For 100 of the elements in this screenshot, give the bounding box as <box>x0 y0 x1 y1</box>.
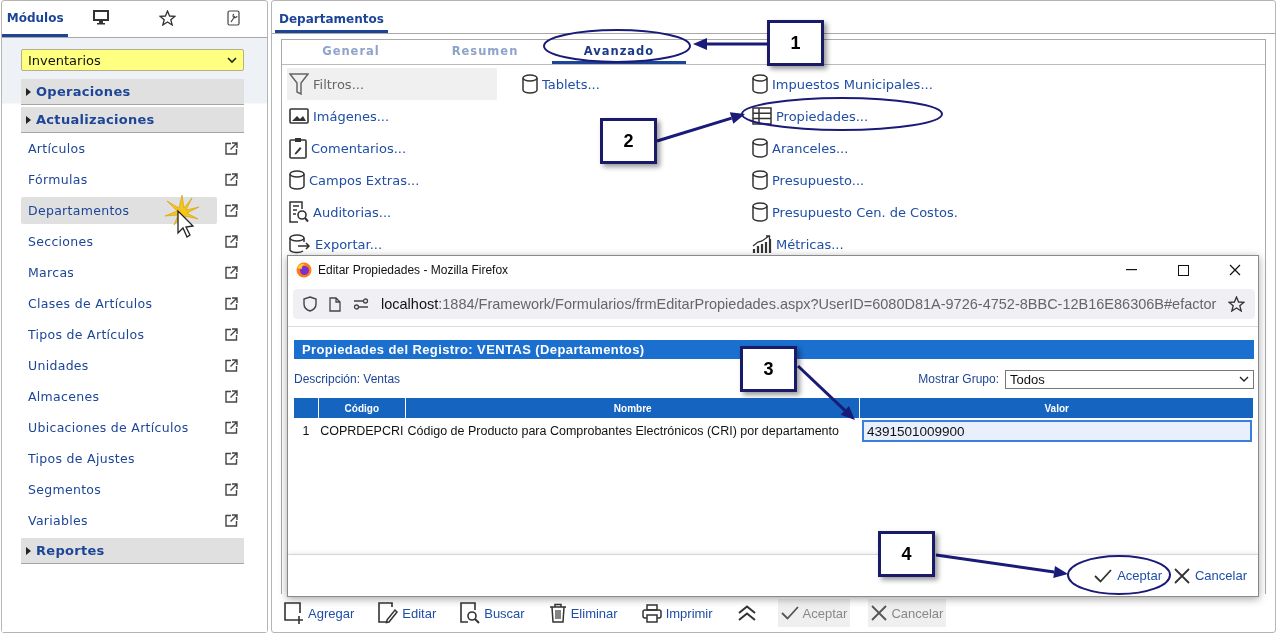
menu-link[interactable]: Aranceles... <box>750 132 958 164</box>
module-select[interactable]: Inventarios <box>21 49 244 71</box>
column-header: Valor <box>859 398 1254 418</box>
sidebar-item[interactable]: Variables <box>21 507 217 534</box>
external-link-icon[interactable] <box>225 359 238 372</box>
chevron-down-icon <box>1239 375 1249 383</box>
caret-right-icon <box>26 87 31 96</box>
row-number: 1 <box>294 418 319 444</box>
menu-link[interactable]: Métricas... <box>750 228 958 260</box>
caret-right-icon <box>26 115 31 124</box>
toolbar-button[interactable]: Buscar <box>457 599 528 627</box>
sidebar-item[interactable]: Artículos <box>21 135 217 162</box>
bookmark-star-icon[interactable] <box>1228 296 1246 312</box>
check-icon <box>1094 568 1113 583</box>
menu-link[interactable]: Campos Extras... <box>287 164 497 196</box>
filter-icon <box>289 73 309 95</box>
url-text: localhost:1884/Framework/Formularios/frmEditarPropiedades.aspx?UserID=6080D81A-9726-4752-8BBC-12B16E86306B#efactor <box>381 296 1217 312</box>
close-icon <box>871 605 888 621</box>
table-cell: Código de Producto para Comprobantes Electrónicos (CRI) por departamento <box>405 418 860 444</box>
chevron-down-icon <box>227 56 237 64</box>
sidebar-item[interactable]: Fórmulas <box>21 166 217 193</box>
sidebar-item[interactable]: Segmentos <box>21 476 217 503</box>
edit-icon <box>378 602 399 624</box>
external-link-icon[interactable] <box>225 297 238 310</box>
search-icon <box>460 602 481 624</box>
external-link-icon[interactable] <box>225 235 238 248</box>
menu-link[interactable]: Tablets... <box>520 68 727 100</box>
toolbar-button[interactable]: Editar <box>375 599 440 627</box>
wrench-icon <box>227 9 241 26</box>
menu-link[interactable]: Exportar... <box>287 228 497 260</box>
toolbar-button[interactable]: Imprimir <box>638 599 716 627</box>
database-export-icon <box>289 234 311 254</box>
group-label: Mostrar Grupo: <box>918 372 999 386</box>
close-icon[interactable] <box>1229 264 1241 276</box>
sidebar-item[interactable]: Tipos de Artículos <box>21 321 217 348</box>
external-link-icon[interactable] <box>225 483 238 496</box>
document-search-icon <box>289 201 309 223</box>
accept-button[interactable]: Aceptar <box>1091 562 1165 589</box>
section-header[interactable]: Operaciones <box>21 79 244 105</box>
bar-chart-icon <box>752 234 772 254</box>
menu-link[interactable]: Propiedades... <box>750 100 958 132</box>
sidebar-item[interactable]: Ubicaciones de Artículos <box>21 414 217 441</box>
external-link-icon[interactable] <box>225 452 238 465</box>
external-link-icon[interactable] <box>225 142 238 155</box>
table-icon <box>752 107 772 125</box>
menu-link[interactable]: Presupuesto... <box>750 164 958 196</box>
section-header[interactable]: Reportes <box>21 538 244 564</box>
minimize-icon[interactable] <box>1125 269 1137 271</box>
shield-icon <box>303 296 317 312</box>
external-link-icon[interactable] <box>225 514 238 527</box>
database-icon <box>289 170 305 190</box>
star-icon <box>159 9 177 26</box>
sidebar-item[interactable]: Secciones <box>21 228 217 255</box>
callout-label: 3 <box>740 346 797 392</box>
sidebar-item[interactable]: Almacenes <box>21 383 217 410</box>
external-link-icon[interactable] <box>225 421 238 434</box>
record-tab[interactable]: Departamentos <box>275 12 388 33</box>
sidebar-item[interactable]: Departamentos <box>21 197 217 224</box>
menu-link[interactable]: Auditorias... <box>287 196 497 228</box>
menu-link[interactable]: Presupuesto Cen. de Costos. <box>750 196 958 228</box>
database-icon <box>752 74 768 94</box>
sidebar-item[interactable]: Marcas <box>21 259 217 286</box>
menu-link[interactable]: Comentarios... <box>287 132 497 164</box>
menu-link[interactable]: Impuestos Municipales... <box>750 68 958 100</box>
address-bar[interactable]: localhost:1884/Framework/Formularios/frmEditarPropiedades.aspx?UserID=6080D81A-9726-4752-8BBC-12B16E86306B#efactor <box>293 289 1256 319</box>
column-header: Nombre <box>405 398 860 418</box>
external-link-icon[interactable] <box>225 173 238 186</box>
clipboard-icon <box>289 137 307 159</box>
sidebar-item[interactable]: Tipos de Ajustes <box>21 445 217 472</box>
group-select[interactable]: Todos <box>1005 369 1254 389</box>
section-header[interactable]: Actualizaciones <box>21 107 244 133</box>
toolbar-button[interactable]: Eliminar <box>545 599 621 627</box>
cursor-drawing <box>162 195 200 239</box>
image-icon <box>289 108 309 124</box>
external-link-icon[interactable] <box>225 328 238 341</box>
sub-tab[interactable]: Avanzado <box>552 40 686 64</box>
permissions-icon <box>353 298 369 310</box>
sidebar-item[interactable]: Unidades <box>21 352 217 379</box>
trash-icon <box>548 603 567 623</box>
monitor-icon <box>93 10 110 25</box>
add-icon <box>284 602 304 624</box>
external-link-icon[interactable] <box>225 204 238 217</box>
toolbar-button[interactable]: Agregar <box>281 599 358 627</box>
cancel-button[interactable]: Cancelar <box>1170 562 1250 589</box>
database-icon <box>522 74 538 94</box>
table-cell: COPRDEPCRI <box>318 418 406 444</box>
callout-arrow <box>796 364 855 420</box>
sidebar-item[interactable]: Clases de Artículos <box>21 290 217 317</box>
caret-right-icon <box>26 546 31 555</box>
double-chevron-icon <box>736 605 757 621</box>
external-link-icon[interactable] <box>225 390 238 403</box>
callout-label: 1 <box>767 20 824 66</box>
external-link-icon[interactable] <box>225 266 238 279</box>
firefox-icon <box>296 262 312 278</box>
maximize-icon[interactable] <box>1177 264 1189 276</box>
check-icon <box>780 606 799 620</box>
page-icon <box>329 296 341 312</box>
column-header: Código <box>318 398 406 418</box>
value-input[interactable]: 4391501009900 <box>861 420 1252 442</box>
menu-link[interactable]: Imágenes... <box>287 100 497 132</box>
